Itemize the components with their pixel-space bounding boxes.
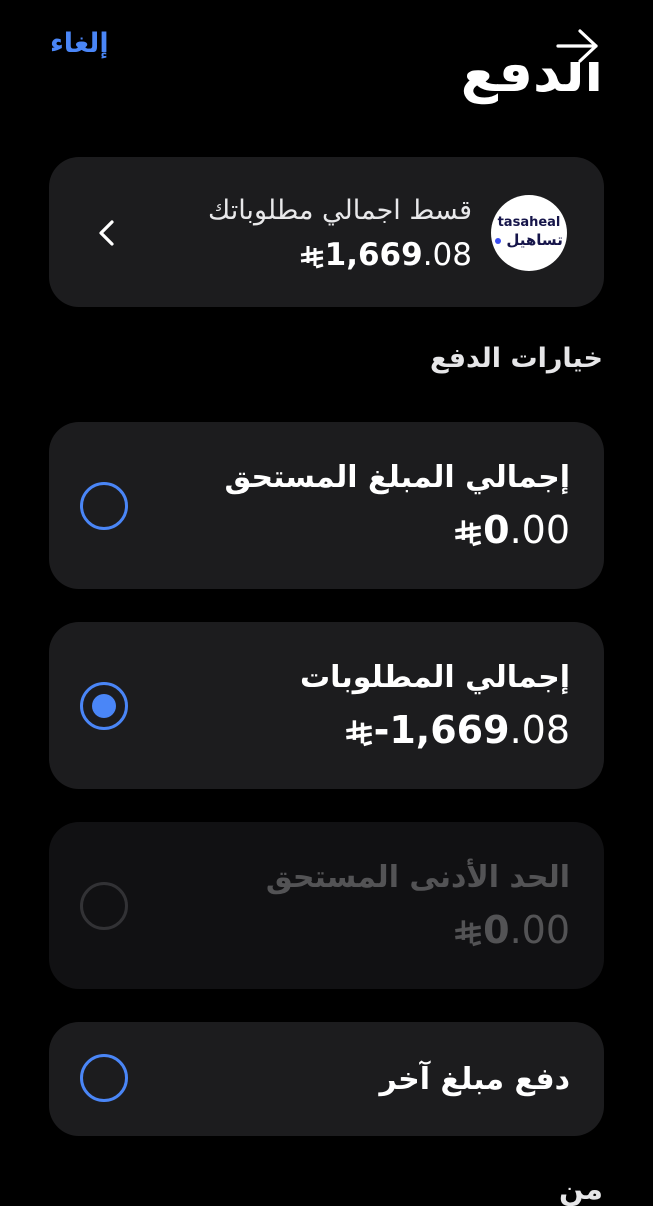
- arrow-right-icon[interactable]: [555, 26, 601, 66]
- radio-button[interactable]: [80, 482, 128, 530]
- payment-options-label: خيارات الدفع: [429, 343, 603, 374]
- radio-button-selected[interactable]: [80, 682, 128, 730]
- cancel-button[interactable]: إلغاء: [50, 28, 109, 59]
- option-title: إجمالي المطلوبات: [300, 660, 570, 695]
- option-total-obligations[interactable]: إجمالي المطلوبات -1,669.08: [49, 622, 604, 789]
- radio-button[interactable]: [80, 1054, 128, 1102]
- saudi-riyal-icon: [455, 519, 482, 546]
- option-other-amount[interactable]: دفع مبلغ آخر: [49, 1022, 604, 1136]
- installment-title: قسط اجمالي مطلوباتك: [207, 195, 472, 226]
- option-title: الحد الأدنى المستحق: [265, 860, 570, 895]
- installment-amount: 1,669.08: [291, 237, 472, 273]
- radio-button-disabled: [80, 882, 128, 930]
- from-label: من: [558, 1172, 603, 1206]
- saudi-riyal-icon: [345, 719, 372, 746]
- saudi-riyal-icon: [455, 919, 482, 946]
- installment-card[interactable]: tasaheal تساهيل قسط اجمالي مطلوباتك 1,66…: [49, 157, 604, 307]
- saudi-riyal-icon: [300, 245, 324, 268]
- option-amount: -1,669.08: [336, 708, 570, 752]
- option-title: إجمالي المبلغ المستحق: [224, 460, 570, 495]
- tasaheal-logo: tasaheal تساهيل: [491, 195, 567, 271]
- page-title: الدفع: [460, 62, 603, 104]
- option-amount: 0.00: [445, 908, 570, 952]
- chevron-left-icon: [99, 220, 114, 246]
- option-title: دفع مبلغ آخر: [379, 1062, 570, 1097]
- option-total-due[interactable]: إجمالي المبلغ المستحق 0.00: [49, 422, 604, 589]
- option-amount: 0.00: [445, 508, 570, 552]
- option-minimum-due: الحد الأدنى المستحق 0.00: [49, 822, 604, 989]
